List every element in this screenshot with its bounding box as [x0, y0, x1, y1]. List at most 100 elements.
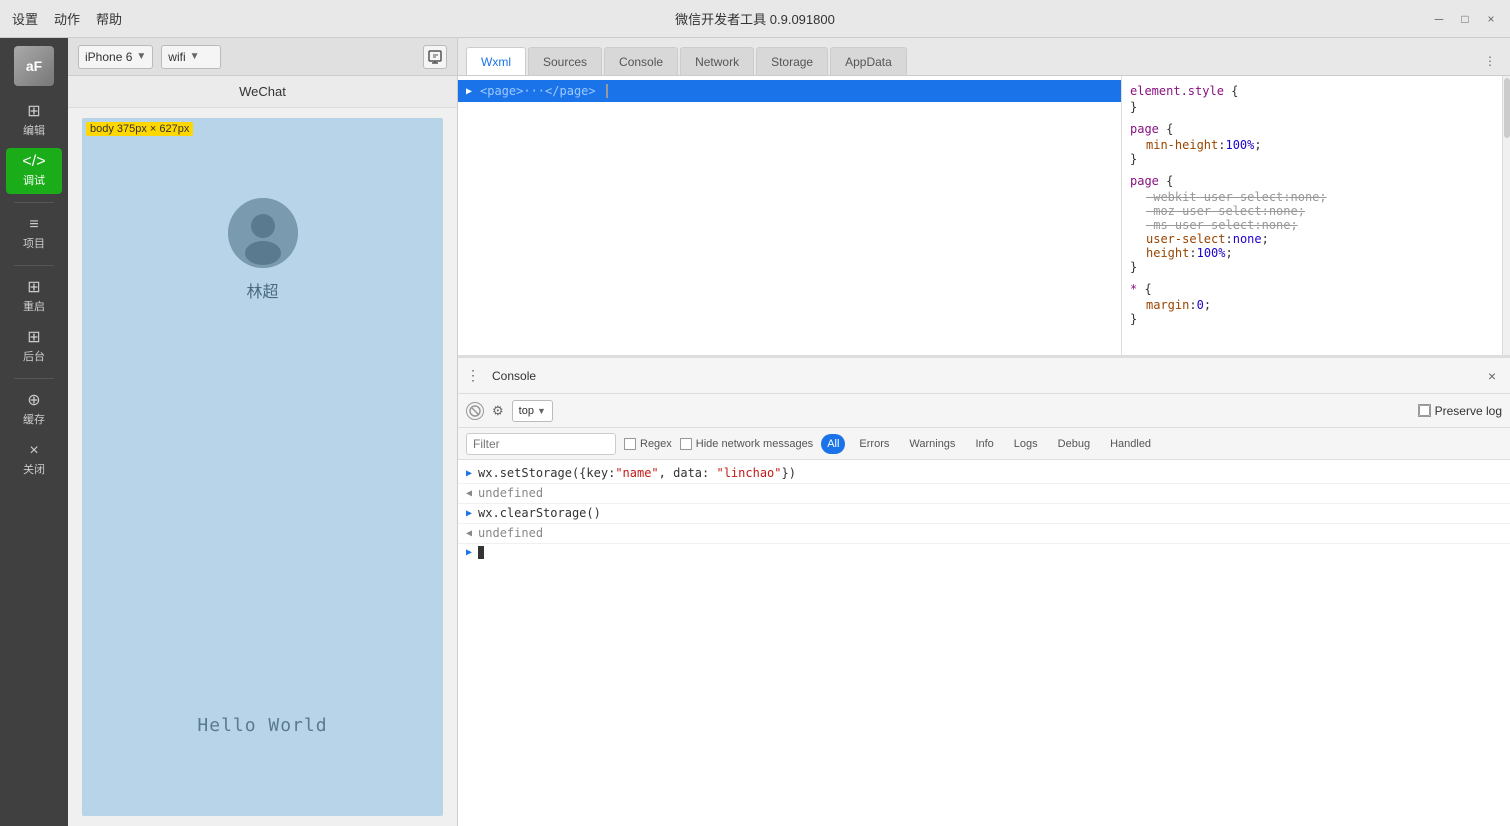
network-arrow: ▼	[190, 51, 200, 62]
style-brace-close-1: }	[1130, 100, 1494, 114]
console-tab-label[interactable]: Console	[492, 369, 536, 383]
dom-row-page[interactable]: ▶ <page> ··· </page>	[458, 80, 1121, 102]
console-context-label: top	[519, 405, 534, 417]
user-avatar-svg	[228, 198, 298, 268]
console-line-1[interactable]: ▶ wx.setStorage({key:"name", data: "linc…	[458, 464, 1510, 484]
sidebar-debug-label: 调试	[23, 172, 45, 188]
sidebar-item-restart[interactable]: ⊞ 重启	[6, 274, 62, 320]
console-filter-input[interactable]	[466, 433, 616, 455]
cache-icon: ⊕	[27, 393, 40, 409]
sidebar-restart-label: 重启	[23, 298, 45, 314]
sidebar-item-debug[interactable]: </> 调试	[6, 148, 62, 194]
level-all-btn[interactable]: All	[821, 434, 845, 454]
tab-console[interactable]: Console	[604, 47, 678, 75]
edit-icon: ⊞	[27, 104, 40, 120]
menu-actions[interactable]: 动作	[54, 9, 80, 28]
console-toolbar: ⋮ Console ×	[458, 358, 1510, 394]
level-logs-btn[interactable]: Logs	[1008, 434, 1044, 454]
restart-icon: ⊞	[27, 280, 40, 296]
sidebar-edit-label: 编辑	[23, 122, 45, 138]
console-arrow-1: ▶	[466, 468, 472, 479]
console-dots-menu[interactable]: ⋮	[466, 367, 480, 384]
tab-wxml[interactable]: Wxml	[466, 47, 526, 75]
console-filter-input-bar: Regex Hide network messages All Errors W…	[458, 428, 1510, 460]
devtools-panel: Wxml Sources Console Network Storage App…	[458, 38, 1510, 826]
style-brace-close-2: }	[1130, 152, 1494, 166]
console-arrow-2: ◀	[466, 488, 472, 499]
console-filter-icon[interactable]: ⚙	[492, 403, 504, 419]
sidebar-item-backend[interactable]: ⊞ 后台	[6, 324, 62, 370]
hide-network-checkbox[interactable]	[680, 438, 692, 450]
console-line-4[interactable]: ◀ undefined	[458, 524, 1510, 544]
sidebar-divider-1	[14, 202, 54, 203]
console-text-2: undefined	[478, 486, 543, 500]
sidebar-item-project[interactable]: ≡ 项目	[6, 211, 62, 257]
sidebar-divider-2	[14, 265, 54, 266]
console-close-btn[interactable]: ×	[1482, 366, 1502, 386]
menu-settings[interactable]: 设置	[12, 9, 38, 28]
avatar[interactable]: aF	[14, 46, 54, 86]
console-text-1: wx.setStorage({key:"name", data: "lincha…	[478, 466, 796, 480]
dom-row-arrow: ▶	[466, 86, 478, 97]
device-panel: iPhone 6 ▼ wifi ▼ WeChat body 375px × 62…	[68, 38, 458, 826]
inspect-icon	[427, 49, 443, 65]
sidebar-divider-3	[14, 378, 54, 379]
console-prompt[interactable]: ▶	[458, 544, 1510, 561]
backend-icon: ⊞	[27, 330, 40, 346]
regex-checkbox[interactable]	[624, 438, 636, 450]
tab-appdata[interactable]: AppData	[830, 47, 907, 75]
console-output[interactable]: ▶ wx.setStorage({key:"name", data: "linc…	[458, 460, 1510, 826]
network-select[interactable]: wifi ▼	[161, 45, 221, 69]
console-input-cursor	[478, 546, 484, 559]
dom-ellipsis: ···	[523, 84, 545, 98]
window-controls: ─ □ ×	[1432, 12, 1498, 26]
tab-network[interactable]: Network	[680, 47, 754, 75]
regex-label: Regex	[640, 438, 672, 450]
sidebar-item-edit[interactable]: ⊞ 编辑	[6, 98, 62, 144]
preserve-log-checkbox[interactable]	[1418, 404, 1431, 417]
console-prompt-arrow: ▶	[466, 547, 472, 558]
hide-network-label: Hide network messages	[696, 438, 813, 450]
dom-tree[interactable]: ▶ <page> ··· </page>	[458, 76, 1122, 355]
tab-sources[interactable]: Sources	[528, 47, 602, 75]
console-context-select[interactable]: top ▼	[512, 400, 553, 422]
console-stop-btn[interactable]	[466, 402, 484, 420]
title-bar: 设置 动作 帮助 微信开发者工具 0.9.091800 ─ □ ×	[0, 0, 1510, 38]
console-panel: ⋮ Console × ⚙ top ▼	[458, 356, 1510, 826]
level-warnings-btn[interactable]: Warnings	[903, 434, 961, 454]
style-block-element: element.style { }	[1130, 84, 1494, 114]
level-debug-btn[interactable]: Debug	[1052, 434, 1096, 454]
style-selector-page-2: page {	[1130, 174, 1494, 188]
console-text-4: undefined	[478, 526, 543, 540]
console-line-3[interactable]: ▶ wx.clearStorage()	[458, 504, 1510, 524]
style-prop-minheight: min-height:100%;	[1130, 138, 1494, 152]
window-maximize[interactable]: □	[1458, 12, 1472, 26]
inspect-btn[interactable]	[423, 45, 447, 69]
devtools-main: ▶ <page> ··· </page> element.style { }	[458, 76, 1510, 826]
sidebar-item-cache[interactable]: ⊕ 缓存	[6, 387, 62, 433]
style-prop-webkit-user-select: -webkit-user-select:none;	[1130, 190, 1494, 204]
window-close[interactable]: ×	[1484, 12, 1498, 26]
devtools-tab-bar: Wxml Sources Console Network Storage App…	[458, 38, 1510, 76]
main-container: aF ⊞ 编辑 </> 调试 ≡ 项目 ⊞ 重启 ⊞ 后台 ⊕ 缓存	[0, 38, 1510, 826]
level-errors-btn[interactable]: Errors	[853, 434, 895, 454]
level-handled-btn[interactable]: Handled	[1104, 434, 1157, 454]
device-model-arrow: ▼	[136, 51, 146, 62]
styles-scrollbar[interactable]	[1502, 76, 1510, 355]
sidebar-item-close[interactable]: × 关闭	[6, 437, 62, 483]
regex-group: Regex	[624, 438, 672, 450]
tab-storage[interactable]: Storage	[756, 47, 828, 75]
app-title: 微信开发者工具 0.9.091800	[675, 9, 835, 28]
styles-scrollbar-thumb	[1504, 78, 1510, 138]
level-info-btn[interactable]: Info	[969, 434, 999, 454]
menu-help[interactable]: 帮助	[96, 9, 122, 28]
device-screen: body 375px × 627px 林超 Hello World	[82, 118, 443, 816]
hide-network-group: Hide network messages	[680, 438, 813, 450]
window-minimize[interactable]: ─	[1432, 12, 1446, 26]
device-model-select[interactable]: iPhone 6 ▼	[78, 45, 153, 69]
device-avatar	[228, 198, 298, 268]
console-line-2[interactable]: ◀ undefined	[458, 484, 1510, 504]
console-context-arrow: ▼	[537, 406, 546, 416]
style-prop-margin: margin:0;	[1130, 298, 1494, 312]
devtools-more-btn[interactable]: ⋮	[1478, 49, 1502, 73]
